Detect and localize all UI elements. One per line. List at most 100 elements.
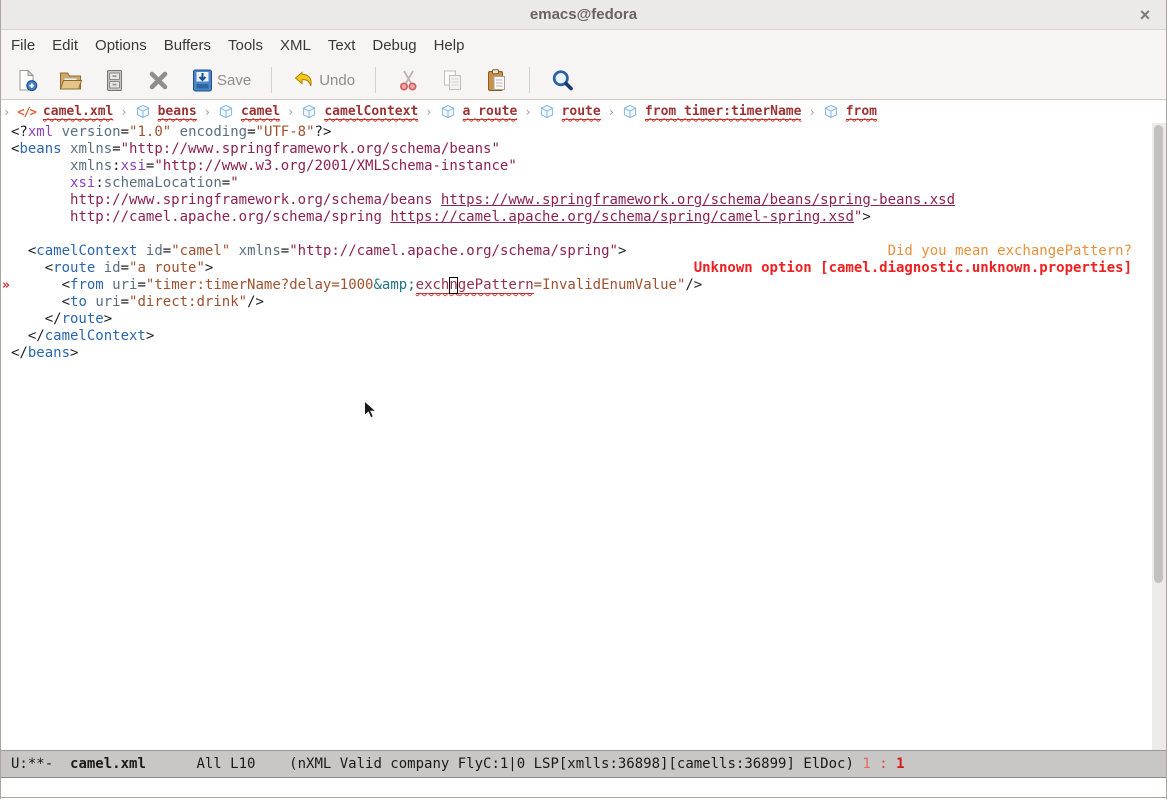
- toolbar-button-label: Save: [217, 72, 251, 89]
- code-token: >: [104, 311, 112, 327]
- file-cabinet-button[interactable]: [97, 66, 132, 95]
- code-token: from: [70, 277, 104, 293]
- menu-item-xml[interactable]: XML: [280, 37, 311, 54]
- code-token: :: [95, 175, 103, 191]
- code-token: [11, 158, 70, 174]
- code-line: http://www.springframework.org/schema/be…: [1, 192, 1152, 209]
- code-token: >: [205, 260, 213, 276]
- code-token: =: [163, 243, 171, 259]
- code-token: to: [70, 294, 87, 310]
- search-magnifier-button[interactable]: [545, 66, 580, 95]
- code-line: <route id="a route">Unknown option [came…: [1, 260, 1152, 277]
- scrollbar-thumb[interactable]: [1154, 125, 1163, 583]
- code-token: "http://camel.apache.org/schema/spring": [289, 243, 618, 259]
- code-token: [11, 209, 70, 225]
- breadcrumb-item[interactable]: from: [846, 104, 877, 120]
- breadcrumb-item[interactable]: beans: [158, 104, 197, 120]
- breadcrumb-separator-icon: ›: [120, 105, 127, 119]
- breadcrumb-item[interactable]: camel.xml: [43, 104, 113, 120]
- menu-item-debug[interactable]: Debug: [372, 37, 416, 54]
- menu-item-help[interactable]: Help: [434, 37, 465, 54]
- code-token: xsi: [121, 158, 146, 174]
- code-token: [11, 277, 62, 293]
- code-line: xmlns:xsi="http://www.w3.org/2001/XMLSch…: [1, 158, 1152, 175]
- code-token: =: [112, 141, 120, 157]
- code-token: <: [62, 277, 70, 293]
- fringe-error-marker-icon: »: [2, 277, 10, 294]
- code-token: =: [121, 260, 129, 276]
- code-token: />: [685, 277, 702, 293]
- code-token: [11, 192, 70, 208]
- breadcrumb-item[interactable]: route: [562, 104, 601, 120]
- code-token: >: [146, 328, 154, 344]
- modeline-text: All L10 (nXML Valid company FlyC:1|0 LSP…: [146, 756, 862, 772]
- close-x-icon: [146, 68, 171, 93]
- schema-link[interactable]: https://camel.apache.org/schema/spring/c…: [390, 209, 854, 225]
- scrollbar-track[interactable]: [1152, 123, 1166, 750]
- breadcrumb-item[interactable]: a route: [463, 104, 518, 120]
- breadcrumb-separator-icon: ›: [425, 105, 432, 119]
- code-token: http://camel.apache.org/schema/spring: [70, 209, 390, 225]
- code-token: xmlns: [70, 158, 112, 174]
- flycheck-counter: :: [879, 756, 887, 772]
- undo-arrow-button[interactable]: Undo: [287, 66, 360, 95]
- menu-item-options[interactable]: Options: [95, 37, 147, 54]
- breadcrumb-separator-icon: ›: [524, 105, 531, 119]
- paste-clipboard-icon: [484, 68, 509, 93]
- code-token: route: [62, 311, 104, 327]
- code-token: ": [230, 175, 238, 191]
- breadcrumb-item[interactable]: from timer:timerName: [645, 104, 802, 120]
- schema-link[interactable]: https://www.springframework.org/schema/b…: [441, 192, 955, 208]
- code-token: =: [247, 124, 255, 140]
- cube-icon: [301, 104, 317, 119]
- code-token: [11, 294, 62, 310]
- code-token: "UTF-8": [256, 124, 315, 140]
- code-token: "http://www.springframework.org/schema/b…: [121, 141, 500, 157]
- code-line: [1, 226, 1152, 243]
- menu-item-buffers[interactable]: Buffers: [164, 37, 211, 54]
- code-token: version: [62, 124, 121, 140]
- window-title: emacs@fedora: [530, 6, 637, 23]
- buffer-text[interactable]: <?xml version="1.0" encoding="UTF-8"?><b…: [1, 124, 1152, 362]
- breadcrumb-item[interactable]: camel: [241, 104, 280, 120]
- menu-item-edit[interactable]: Edit: [52, 37, 78, 54]
- cube-icon: [440, 104, 456, 119]
- menu-bar: File Edit Options Buffers Tools XML Text Debug H…: [1, 30, 1166, 61]
- new-file-icon: [14, 68, 39, 93]
- toolbar: Save Undo: [1, 61, 1166, 100]
- paste-clipboard-button[interactable]: [479, 66, 514, 95]
- code-token: =: [222, 175, 230, 191]
- code-token: xsi: [70, 175, 95, 191]
- mode-line: U:**- camel.xml All L10 (nXML Valid comp…: [1, 750, 1166, 778]
- menu-item-file[interactable]: File: [11, 37, 35, 54]
- code-token: [171, 124, 179, 140]
- code-token: =: [281, 243, 289, 259]
- toolbar-button-label: Undo: [319, 72, 355, 89]
- close-x-button[interactable]: [141, 66, 176, 95]
- cube-icon: [539, 104, 555, 119]
- code-token: </: [11, 345, 28, 361]
- code-tag-icon: </>: [17, 105, 36, 119]
- breadcrumb-separator-icon: ›: [808, 105, 815, 119]
- code-token: beans: [28, 345, 70, 361]
- code-token: "camel": [171, 243, 230, 259]
- save-floppy-button[interactable]: Save: [185, 66, 256, 95]
- breadcrumb-item[interactable]: camelContext: [324, 104, 418, 120]
- menu-item-text[interactable]: Text: [328, 37, 356, 54]
- new-file-button[interactable]: [9, 66, 44, 95]
- code-token: >: [618, 243, 626, 259]
- code-token: uri: [112, 277, 137, 293]
- close-icon[interactable]: ×: [1134, 4, 1156, 26]
- cube-icon: [135, 104, 151, 119]
- copy-pages-icon: [440, 68, 465, 93]
- open-folder-button[interactable]: [53, 66, 88, 95]
- code-token: http://www.springframework.org/schema/be…: [70, 192, 441, 208]
- code-token: [53, 124, 61, 140]
- echo-area[interactable]: [1, 778, 1166, 798]
- copy-pages-button[interactable]: [435, 66, 470, 95]
- code-token: encoding: [180, 124, 247, 140]
- menu-item-tools[interactable]: Tools: [228, 37, 263, 54]
- editor-window[interactable]: <?xml version="1.0" encoding="UTF-8"?><b…: [1, 123, 1166, 750]
- code-token: schemaLocation: [104, 175, 222, 191]
- cut-scissors-button[interactable]: [391, 66, 426, 95]
